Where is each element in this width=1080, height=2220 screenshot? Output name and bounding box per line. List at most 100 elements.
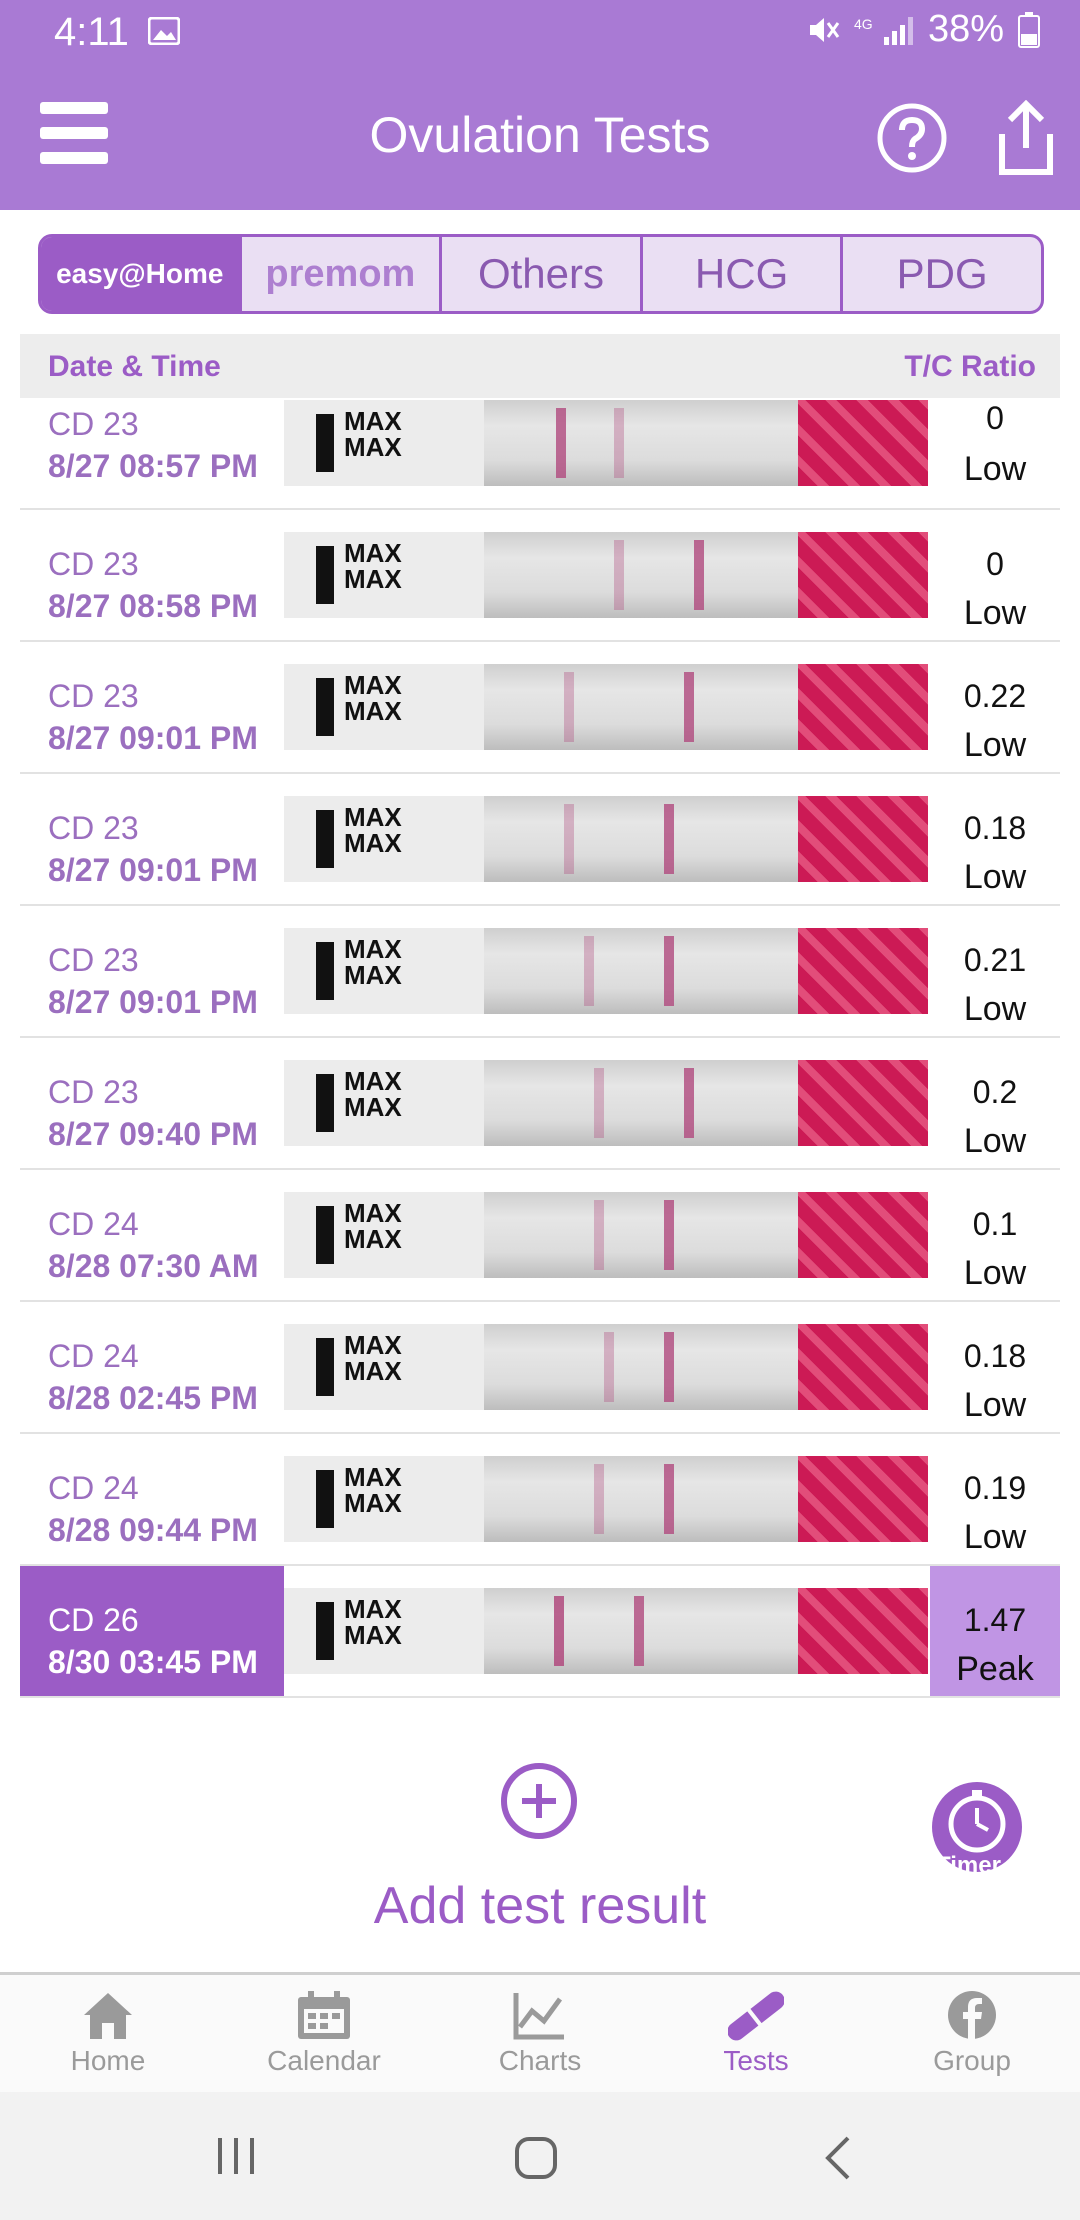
test-row[interactable]: CD 23 8/27 09:01 PM MAX MAX 0.21 Low [20,906,1060,1038]
date-time-cell: CD 23 8/27 09:40 PM [20,1038,284,1168]
status-bar: 4:11 4G 38% [0,0,1080,66]
date-time-cell: CD 23 8/27 09:01 PM [20,774,284,904]
add-test-result-link[interactable]: Add test result [0,1876,1080,1936]
nav-home-label: Home [70,2045,146,2076]
tab-easy-at-home[interactable]: easy@Home [41,237,242,311]
strip-handle: MAX MAX [284,1456,484,1542]
strip-max-label: MAX MAX [344,670,402,726]
strip-pad [798,400,928,486]
system-nav-bar [0,2092,1080,2220]
test-strip-image: MAX MAX [284,664,928,750]
strip-pad [798,796,928,882]
cycle-day: CD 23 [48,546,139,582]
strip-marker [316,1206,334,1264]
strip-pad [798,664,928,750]
nav-tests[interactable]: Tests [648,1975,864,2095]
strip-max-label: MAX MAX [344,934,402,990]
test-row[interactable]: CD 24 8/28 09:44 PM MAX MAX 0.19 Low [20,1434,1060,1566]
test-row[interactable]: CD 24 8/28 07:30 AM MAX MAX 0.1 Low [20,1170,1060,1302]
tab-pdg[interactable]: PDG [843,237,1041,311]
test-strip-icon [728,1991,784,2041]
strip-max-label: MAX MAX [344,1594,402,1650]
tc-ratio-value: 0.18 [963,1338,1027,1374]
battery-icon [1018,11,1040,48]
ratio-cell: 0.1 Low [930,1170,1060,1300]
cycle-day: CD 23 [48,678,139,714]
test-datetime: 8/28 07:30 AM [48,1248,259,1284]
fertility-level: Low [963,1386,1027,1424]
strip-handle: MAX MAX [284,1192,484,1278]
fertility-level: Low [963,1518,1027,1556]
test-row[interactable]: CD 23 8/27 09:01 PM MAX MAX 0.18 Low [20,774,1060,906]
test-strip-image: MAX MAX [284,1060,928,1146]
add-test-icon[interactable] [500,1762,578,1840]
app-bar: Ovulation Tests [0,66,1080,210]
nav-calendar[interactable]: Calendar [216,1975,432,2095]
date-time-cell: CD 23 8/27 08:58 PM [20,510,284,640]
strip-marker [316,414,334,472]
strip-handle: MAX MAX [284,1588,484,1674]
test-result-list[interactable]: CD 23 8/27 08:57 PM MAX MAX 0 Low CD 23 8/27 08… [20,398,1060,1698]
help-icon[interactable] [876,102,948,174]
nav-home[interactable]: Home [0,1975,216,2095]
test-row[interactable]: CD 23 8/27 08:57 PM MAX MAX 0 Low [20,398,1060,510]
brand-tabs: easy@Home premom Others HCG PDG [38,234,1044,314]
image-notification-icon [148,17,180,45]
strip-max-label: MAX MAX [344,1066,402,1122]
tc-ratio-value: 0.18 [963,810,1027,846]
cycle-day: CD 26 [48,1602,139,1638]
tc-ratio-value: 0.1 [972,1206,1018,1242]
strip-max-label: MAX MAX [344,538,402,594]
test-datetime: 8/27 08:58 PM [48,588,258,624]
test-row[interactable]: CD 23 8/27 08:58 PM MAX MAX 0 Low [20,510,1060,642]
fertility-level: Low [963,858,1027,896]
nav-group[interactable]: Group [864,1975,1080,2095]
date-time-cell: CD 23 8/27 09:01 PM [20,642,284,772]
tab-others[interactable]: Others [442,237,643,311]
share-icon[interactable] [992,100,1060,178]
home-button-icon[interactable] [514,2136,558,2180]
battery-percent: 38% [927,8,1004,50]
strip-marker [316,546,334,604]
date-time-cell: CD 26 8/30 03:45 PM [20,1566,284,1696]
fertility-level: Low [963,1122,1027,1160]
test-row[interactable]: CD 26 8/30 03:45 PM MAX MAX 1.47 Peak [20,1566,1060,1698]
test-line [594,1464,604,1534]
tab-hcg[interactable]: HCG [643,237,844,311]
tc-ratio-value: 1.47 [963,1602,1027,1638]
fertility-level: Low [963,450,1027,488]
fertility-level: Low [963,726,1027,764]
control-line [684,672,694,742]
test-line [604,1332,614,1402]
strip-max-label: MAX MAX [344,1330,402,1386]
control-line [664,804,674,874]
strip-max-label: MAX MAX [344,802,402,858]
test-row[interactable]: CD 23 8/27 09:40 PM MAX MAX 0.2 Low [20,1038,1060,1170]
test-strip-image: MAX MAX [284,1192,928,1278]
test-strip-image: MAX MAX [284,1324,928,1410]
control-line [694,540,704,610]
cycle-day: CD 23 [48,810,139,846]
test-row[interactable]: CD 24 8/28 02:45 PM MAX MAX 0.18 Low [20,1302,1060,1434]
fertility-level: Low [963,1254,1027,1292]
status-time: 4:11 [54,10,129,54]
recent-apps-icon[interactable] [214,2136,258,2176]
strip-marker [316,942,334,1000]
strip-max-label: MAX MAX [344,406,402,462]
svg-text:4G: 4G [854,16,873,32]
strip-handle: MAX MAX [284,664,484,750]
tab-premom[interactable]: premom [242,237,443,311]
nav-charts[interactable]: Charts [432,1975,648,2095]
strip-handle: MAX MAX [284,532,484,618]
back-icon[interactable] [822,2136,852,2180]
ratio-cell: 0.18 Low [930,774,1060,904]
strip-pad [798,1588,928,1674]
test-datetime: 8/27 09:40 PM [48,1116,258,1152]
nav-charts-label: Charts [498,2045,582,2076]
test-row[interactable]: CD 23 8/27 09:01 PM MAX MAX 0.22 Low [20,642,1060,774]
strip-max-label: MAX MAX [344,1462,402,1518]
test-line [594,1068,604,1138]
cycle-day: CD 23 [48,942,139,978]
strip-pad [798,1456,928,1542]
facebook-icon [948,1991,996,2039]
